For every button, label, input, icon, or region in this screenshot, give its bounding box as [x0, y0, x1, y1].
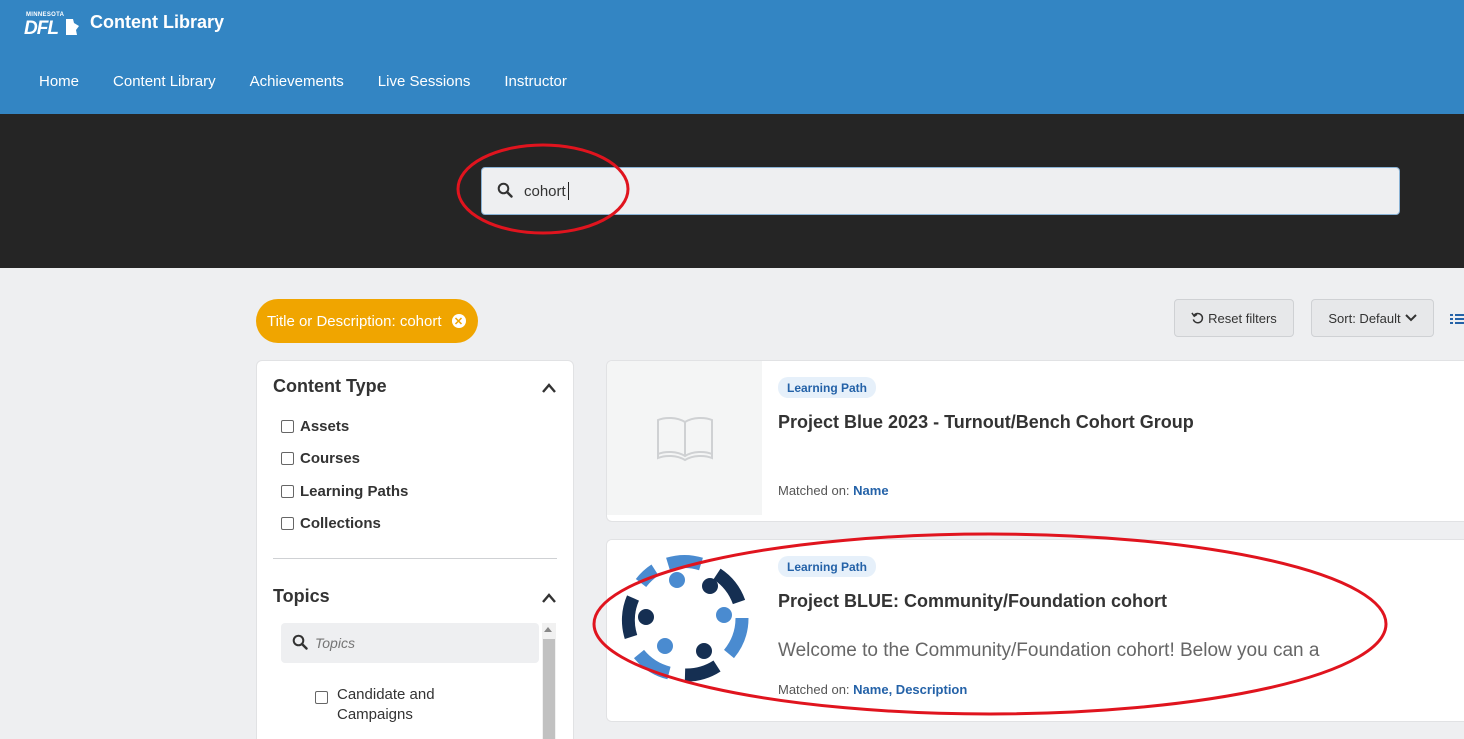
checkbox[interactable] — [281, 517, 294, 530]
checkbox[interactable] — [281, 485, 294, 498]
card-title[interactable]: Project Blue 2023 - Turnout/Bench Cohort… — [778, 412, 1194, 433]
logo-main-text: DFL — [24, 18, 59, 39]
filter-collections[interactable]: Collections — [281, 515, 381, 532]
reset-icon — [1191, 311, 1204, 323]
search-icon — [292, 634, 308, 650]
card-thumbnail[interactable] — [607, 540, 762, 721]
community-circle-logo — [621, 555, 749, 682]
matched-prefix: Matched on: — [778, 483, 850, 498]
search-input[interactable] — [524, 180, 1124, 202]
card-thumbnail[interactable] — [607, 361, 762, 515]
result-card[interactable]: Learning Path Project Blue 2023 - Turnou… — [606, 360, 1464, 522]
minnesota-shape-icon — [66, 19, 79, 35]
app-title: Content Library — [90, 12, 225, 32]
matched-fields: Name — [853, 483, 889, 498]
active-filter-chip[interactable]: Title or Description: cohort ✕ — [256, 299, 478, 343]
reset-filters-button[interactable]: Reset filters — [1174, 299, 1294, 337]
list-view-icon[interactable] — [1450, 311, 1464, 327]
filter-option-label: Collections — [300, 515, 381, 532]
filter-option-label: Courses — [300, 450, 361, 467]
search-icon — [497, 182, 513, 198]
matched-prefix: Matched on: — [778, 682, 850, 697]
card-description: Welcome to the Community/Foundation coho… — [778, 640, 1320, 661]
topic-option-label: Candidate and Campaigns — [337, 686, 435, 723]
filter-courses[interactable]: Courses — [281, 450, 360, 467]
nav-content-library[interactable]: Content Library — [96, 73, 233, 90]
scroll-up-arrow[interactable] — [544, 627, 552, 632]
content-type-badge: Learning Path — [778, 377, 877, 398]
nav-live-sessions[interactable]: Live Sessions — [361, 73, 488, 90]
topics-heading: Topics — [273, 586, 330, 606]
chevron-up-icon[interactable] — [541, 382, 557, 394]
search-band — [0, 114, 1464, 268]
remove-filter-icon[interactable]: ✕ — [451, 314, 466, 328]
content-type-badge: Learning Path — [778, 556, 877, 577]
topics-scrollbar[interactable] — [542, 623, 556, 739]
checkbox[interactable] — [281, 420, 294, 433]
text-caret — [568, 182, 569, 200]
card-title[interactable]: Project BLUE: Community/Foundation cohor… — [778, 591, 1167, 612]
nav-achievements[interactable]: Achievements — [233, 73, 361, 90]
matched-on: Matched on: Name — [778, 483, 889, 498]
filter-learning-paths[interactable]: Learning Paths — [281, 483, 408, 500]
sidebar-divider — [273, 558, 557, 559]
topic-option[interactable]: Candidate and Campaigns — [315, 685, 457, 725]
filter-chip-label: Title or Description: cohort — [267, 312, 442, 330]
content-type-heading: Content Type — [273, 376, 387, 396]
result-card[interactable]: Learning Path Project BLUE: Community/Fo… — [606, 539, 1464, 722]
sort-label: Sort: Default — [1328, 310, 1401, 326]
sort-dropdown[interactable]: Sort: Default — [1311, 299, 1434, 337]
topics-search-box[interactable] — [281, 623, 539, 663]
dfl-logo[interactable]: MINNESOTA DFL — [24, 12, 82, 40]
filter-assets[interactable]: Assets — [281, 418, 349, 435]
main-nav: Home Content Library Achievements Live S… — [22, 73, 584, 90]
matched-on: Matched on: Name, Description — [778, 682, 967, 697]
top-header: MINNESOTA DFL Content Library Home Conte… — [0, 0, 1464, 114]
chevron-up-icon[interactable] — [541, 592, 557, 604]
reset-filters-label: Reset filters — [1208, 310, 1277, 326]
filter-sidebar: Content Type Assets Courses Learning Pat… — [256, 360, 574, 739]
nav-home[interactable]: Home — [22, 73, 96, 90]
scroll-thumb[interactable] — [543, 639, 555, 739]
chevron-down-icon — [1404, 314, 1417, 322]
checkbox[interactable] — [281, 452, 294, 465]
search-box[interactable] — [481, 167, 1400, 215]
filter-option-label: Assets — [300, 418, 350, 435]
matched-fields: Name, Description — [853, 682, 968, 697]
checkbox[interactable] — [315, 691, 328, 704]
book-icon — [657, 416, 713, 462]
nav-instructor[interactable]: Instructor — [487, 73, 584, 90]
filter-option-label: Learning Paths — [300, 483, 409, 500]
topics-search-input[interactable] — [315, 633, 515, 653]
